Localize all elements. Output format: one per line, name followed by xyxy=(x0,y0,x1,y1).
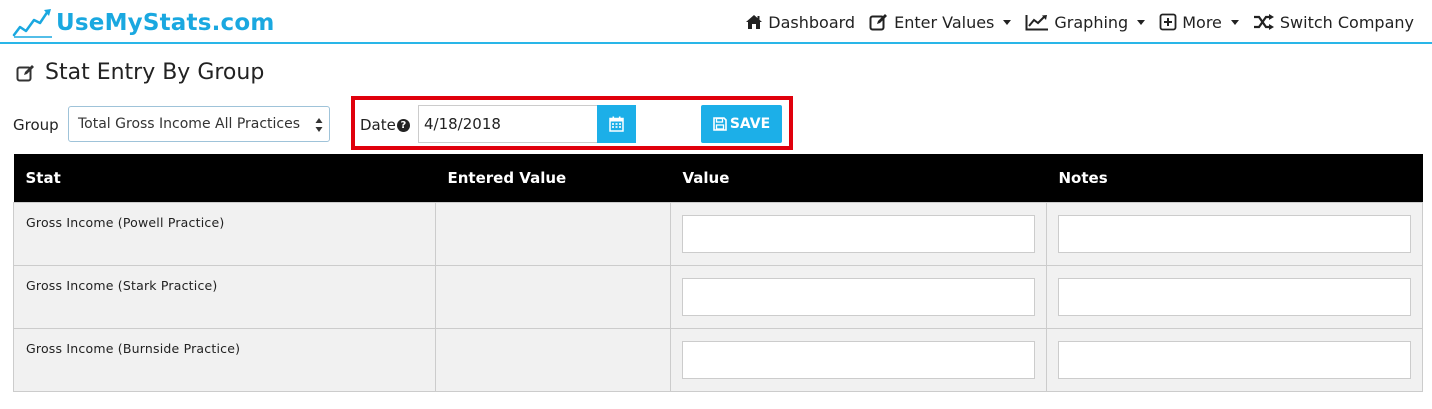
chevron-down-icon xyxy=(1137,19,1146,25)
nav-enter-values[interactable]: Enter Values xyxy=(869,12,1012,32)
value-input[interactable] xyxy=(682,277,1035,316)
nav-graphing[interactable]: Graphing xyxy=(1025,12,1146,32)
group-select-value: Total Gross Income All Practices xyxy=(78,116,301,132)
stat-name-cell: Gross Income (Burnside Practice) xyxy=(13,327,436,392)
save-button-label: SAVE xyxy=(729,116,771,132)
line-chart-icon xyxy=(1025,14,1049,30)
nav-graphing-label: Graphing xyxy=(1054,12,1129,32)
notes-input[interactable] xyxy=(1058,340,1411,379)
notes-cell xyxy=(1046,264,1423,329)
nav-switch-company-label: Switch Company xyxy=(1279,12,1414,32)
stat-name-cell: Gross Income (Powell Practice) xyxy=(13,201,436,266)
question-circle-icon[interactable]: ? xyxy=(396,118,410,132)
calendar-button[interactable] xyxy=(597,105,636,143)
stat-entry-table: Stat Entered Value Value Notes Gross Inc… xyxy=(13,154,1423,392)
value-input[interactable] xyxy=(682,340,1035,379)
calendar-icon xyxy=(609,116,624,132)
edit-icon xyxy=(16,64,34,81)
floppy-disk-icon xyxy=(713,117,727,131)
select-arrows-icon xyxy=(315,118,323,132)
nav-more-label: More xyxy=(1182,12,1222,32)
column-header-stat: Stat xyxy=(13,154,436,202)
notes-cell xyxy=(1046,327,1423,392)
main-nav: Dashboard Enter Values Graphing More Swi… xyxy=(731,0,1414,44)
entered-value-cell xyxy=(435,327,671,392)
page-title-text: Stat Entry By Group xyxy=(45,60,265,85)
date-label: Date ? xyxy=(360,116,410,134)
table-row: Gross Income (Burnside Practice) xyxy=(13,327,1423,392)
nav-dashboard-label: Dashboard xyxy=(768,12,856,32)
brand-name: UseMyStats.com xyxy=(56,10,275,36)
table-row: Gross Income (Stark Practice) xyxy=(13,264,1423,329)
plus-square-icon xyxy=(1159,13,1177,31)
stat-name-cell: Gross Income (Stark Practice) xyxy=(13,264,436,329)
entered-value-cell xyxy=(435,201,671,266)
value-cell xyxy=(670,201,1047,266)
notes-input[interactable] xyxy=(1058,214,1411,253)
chevron-down-icon xyxy=(1230,19,1239,25)
value-cell xyxy=(670,264,1047,329)
group-label: Group xyxy=(13,116,59,134)
nav-dashboard[interactable]: Dashboard xyxy=(745,13,855,32)
date-input[interactable] xyxy=(418,105,598,143)
column-header-notes: Notes xyxy=(1046,154,1423,202)
shuffle-icon xyxy=(1253,14,1274,30)
page-title: Stat Entry By Group xyxy=(16,60,264,85)
chevron-down-icon xyxy=(1003,19,1012,25)
edit-icon xyxy=(869,14,888,31)
notes-input[interactable] xyxy=(1058,277,1411,316)
top-navbar: UseMyStats.com Dashboard Enter Values Gr… xyxy=(0,0,1432,44)
brand-logo[interactable]: UseMyStats.com xyxy=(12,6,275,40)
nav-more[interactable]: More xyxy=(1159,13,1239,32)
date-label-text: Date xyxy=(360,116,396,134)
home-icon xyxy=(746,15,763,29)
column-header-entered-value: Entered Value xyxy=(435,154,671,202)
column-header-value: Value xyxy=(670,154,1047,202)
table-header-row: Stat Entered Value Value Notes xyxy=(13,154,1423,202)
value-input[interactable] xyxy=(682,214,1035,253)
value-cell xyxy=(670,327,1047,392)
table-row: Gross Income (Powell Practice) xyxy=(13,201,1423,266)
group-select[interactable]: Total Gross Income All Practices xyxy=(68,106,330,142)
nav-switch-company[interactable]: Switch Company xyxy=(1253,13,1414,32)
nav-enter-values-label: Enter Values xyxy=(894,12,995,32)
entered-value-cell xyxy=(435,264,671,329)
notes-cell xyxy=(1046,201,1423,266)
chart-line-logo-icon xyxy=(12,9,52,38)
save-button[interactable]: SAVE xyxy=(701,105,782,143)
